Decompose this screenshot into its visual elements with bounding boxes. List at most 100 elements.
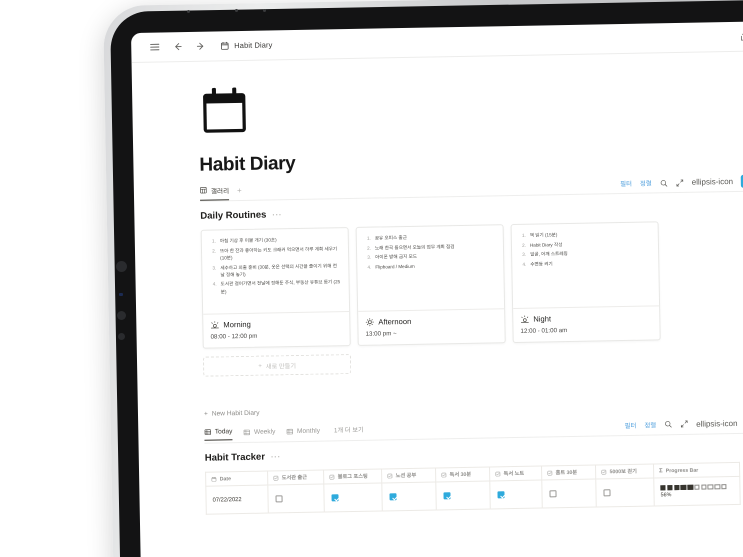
checkbox-icon xyxy=(441,472,447,478)
table-view-icon xyxy=(286,428,294,435)
share-icon[interactable] xyxy=(739,31,743,41)
column-label: 독서 노트 xyxy=(503,470,525,478)
calendar-icon xyxy=(220,41,229,50)
checkbox[interactable] xyxy=(497,491,505,499)
checkbox[interactable] xyxy=(549,490,557,498)
add-view-button[interactable]: + xyxy=(237,186,242,198)
tablet-top-dot xyxy=(235,9,238,12)
card-title: Afternoon xyxy=(378,316,412,327)
breadcrumb-title: Habit Diary xyxy=(234,40,273,51)
cell-checkbox-blog[interactable] xyxy=(323,482,383,513)
table-view-icon xyxy=(204,429,211,436)
gallery-sort-button[interactable]: 정렬 xyxy=(640,178,652,187)
column-header-home-training[interactable]: 홈트 30분 xyxy=(541,465,596,481)
date-icon xyxy=(211,476,217,482)
card-time: 12:00 - 01:00 am xyxy=(520,327,568,335)
column-header-reading30[interactable]: 독서 30분 xyxy=(435,467,490,482)
list-item: 4. Flipboard / Medium xyxy=(364,261,495,271)
gallery-cards: 1. 아침 기상 후 이불 개기 (30초) 2. 뜨아 한 잔과 좋아하는 키도 … xyxy=(200,219,743,349)
card-body: 1. 책 읽기 (15분) 2. Habit Diary 작성 3. 얼굴, 어깨 스… xyxy=(512,222,659,308)
list-item: 3. 세수하고 외출 준비 (30분, 옷은 선택의 시간을 줄이기 위해 전날 … xyxy=(209,262,340,279)
column-header-blog[interactable]: 블로그 포스팅 xyxy=(323,468,382,485)
column-header-steps[interactable]: 5000보 걷기 xyxy=(595,463,654,480)
habit-tracker-heading: Habit Tracker ··· xyxy=(205,442,743,464)
checkbox[interactable] xyxy=(443,492,451,500)
cell-progress-bar[interactable]: 56% xyxy=(653,476,741,506)
column-header-date[interactable]: Date xyxy=(205,471,268,487)
list-item: 1. 아침 기상 후 이불 개기 (30초) xyxy=(209,235,340,245)
tracker-view-tabs: Today Weekly Monthly 1개 더 보기 xyxy=(204,425,364,441)
cell-checkbox-home-training[interactable] xyxy=(541,479,597,509)
list-text: 아침 기상 후 이불 개기 (30초) xyxy=(219,237,277,244)
checkbox[interactable] xyxy=(275,495,283,503)
add-card-label: 새로 만들기 xyxy=(265,362,297,371)
more-views-button[interactable]: 1개 더 보기 xyxy=(334,425,364,439)
habit-tracker-more-icon[interactable]: ··· xyxy=(271,452,281,461)
cell-date[interactable]: 07/22/2022 xyxy=(205,485,269,515)
gallery-add-card-button[interactable]: + 새로 만들기 xyxy=(202,354,352,377)
expand-icon[interactable] xyxy=(680,420,688,428)
card-body: 1. 아침 기상 후 이불 개기 (30초) 2. 뜨아 한 잔과 좋아하는 키도 … xyxy=(202,228,349,314)
cell-checkbox-library[interactable] xyxy=(267,484,325,514)
cell-checkbox-notion[interactable] xyxy=(381,481,437,511)
column-header-library[interactable]: 도서관 출근 xyxy=(267,470,324,486)
cell-checkbox-reading-note[interactable] xyxy=(489,480,543,509)
tracker-sort-button[interactable]: 정렬 xyxy=(644,420,656,429)
card-footer: Morning 08:00 - 12:00 pm xyxy=(203,311,350,348)
forward-arrow-icon[interactable] xyxy=(195,41,206,52)
new-habit-diary-button[interactable]: + New Habit Diary xyxy=(204,410,260,418)
list-number: 2. xyxy=(212,248,217,254)
gallery-view-tab[interactable]: 갤러리 xyxy=(199,184,230,201)
tab-monthly[interactable]: Monthly xyxy=(286,428,320,440)
page-icon-calendar-icon[interactable] xyxy=(198,75,743,143)
list-text: 도서관 걸어가면서 전날에 정해둔 주식, 부동산 유튜브 듣기 (25분) xyxy=(220,279,341,295)
progress-square xyxy=(667,484,673,491)
checkbox[interactable] xyxy=(331,494,339,502)
gallery-view-icon xyxy=(200,187,207,194)
tracker-filter-button[interactable]: 필터 xyxy=(625,420,637,429)
tab-today[interactable]: Today xyxy=(204,428,233,441)
gallery-card[interactable]: 1. 공유 오피스 출근 2. 노래 한곡 들으면서 오늘의 업무 계획 점검 3.… xyxy=(355,224,506,346)
progress-squares xyxy=(660,483,739,491)
list-number: 2. xyxy=(367,245,372,251)
tab-weekly-label: Weekly xyxy=(253,428,276,436)
column-header-notion[interactable]: 노션 공부 xyxy=(381,467,436,483)
tab-today-label: Today xyxy=(214,428,233,436)
sunrise-icon xyxy=(210,320,219,329)
list-number: 4. xyxy=(522,261,527,267)
progress-square xyxy=(660,484,666,491)
card-title-row: Afternoon xyxy=(365,315,496,327)
daily-routines-more-icon[interactable]: ··· xyxy=(272,210,282,219)
checkbox[interactable] xyxy=(603,489,611,497)
tablet-sensor xyxy=(119,293,123,296)
list-number: 1. xyxy=(366,235,371,241)
list-item: 1. 책 읽기 (15분) xyxy=(519,230,650,240)
daily-routines-heading: Daily Routines ··· xyxy=(200,200,743,222)
list-item: 4. 도서관 걸어가면서 전날에 정해둔 주식, 부동산 유튜브 듣기 (25분) xyxy=(210,279,341,296)
list-number: 2. xyxy=(522,242,526,248)
gallery-card[interactable]: 1. 아침 기상 후 이불 개기 (30초) 2. 뜨아 한 잔과 좋아하는 키도 … xyxy=(200,227,351,349)
gallery-card[interactable]: 1. 책 읽기 (15분) 2. Habit Diary 작성 3. 얼굴, 어깨 스… xyxy=(510,221,661,344)
search-icon[interactable] xyxy=(660,179,668,187)
new-habit-diary-row: + New Habit Diary ··· xyxy=(204,399,743,419)
routine-list: 1. 책 읽기 (15분) 2. Habit Diary 작성 3. 얼굴, 어깨 스… xyxy=(519,230,651,268)
search-icon[interactable] xyxy=(664,420,672,428)
checkbox[interactable] xyxy=(389,493,397,501)
tracker-more-icon[interactable]: ellipsis-icon xyxy=(696,418,738,428)
cell-checkbox-steps[interactable] xyxy=(595,477,655,508)
list-text: Habit Diary 작성 xyxy=(529,241,563,248)
tab-monthly-label: Monthly xyxy=(296,427,321,436)
table-view-icon xyxy=(243,429,251,436)
cell-checkbox-reading30[interactable] xyxy=(435,481,491,510)
tab-weekly[interactable]: Weekly xyxy=(243,428,276,440)
breadcrumb[interactable]: Habit Diary xyxy=(220,40,273,51)
tablet-screen: Habit Diary ellipsis-icon xyxy=(131,19,743,557)
hamburger-menu-icon[interactable] xyxy=(149,41,160,52)
back-arrow-icon[interactable] xyxy=(172,41,183,52)
gallery-filter-button[interactable]: 필터 xyxy=(620,179,632,188)
tablet-camera xyxy=(116,261,127,272)
expand-icon[interactable] xyxy=(676,178,684,186)
column-header-reading-note[interactable]: 독서 노트 xyxy=(489,466,542,482)
progress-square xyxy=(701,484,707,490)
gallery-more-icon[interactable]: ellipsis-icon xyxy=(692,177,734,187)
